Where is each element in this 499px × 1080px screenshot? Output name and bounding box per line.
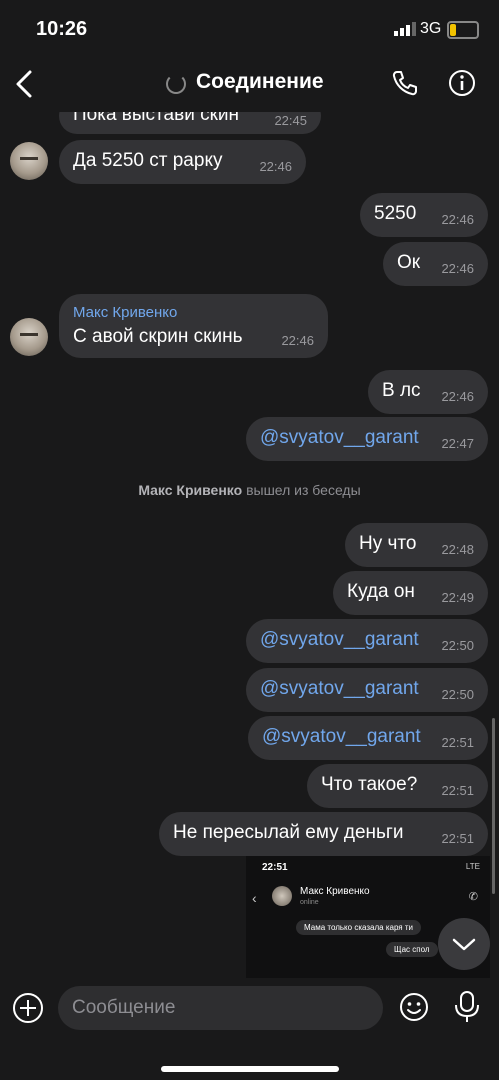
message-time: 22:51 [441, 735, 474, 750]
message-time: 22:46 [281, 333, 314, 348]
message-time: 22:50 [441, 687, 474, 702]
message-bubble[interactable]: @svyatov__garant 22:50 [246, 668, 488, 712]
message-bubble[interactable]: @svyatov__garant 22:47 [246, 417, 488, 461]
message-bubble[interactable]: @svyatov__garant 22:50 [246, 619, 488, 663]
smile-icon[interactable] [399, 992, 429, 1027]
message-time: 22:48 [441, 542, 474, 557]
mention-link[interactable]: @svyatov__garant [260, 629, 419, 651]
message-text: Куда он [347, 581, 415, 602]
message-text: 5250 [374, 203, 417, 224]
chat-header: Соединение [0, 58, 499, 112]
message-time: 22:46 [441, 261, 474, 276]
message-text: Пока выстави скин [73, 112, 240, 125]
phone-icon: ✆ [468, 891, 478, 903]
system-message: Макс Кривенко вышел из беседы [0, 482, 499, 498]
message-text: С авой скрин скинь [73, 326, 243, 347]
message-bubble[interactable]: 5250 22:46 [360, 193, 488, 237]
message-bubble[interactable]: Куда он 22:49 [333, 571, 488, 615]
message-bubble[interactable]: @svyatov__garant 22:51 [248, 716, 488, 760]
message-text: Ок [397, 252, 421, 273]
message-time: 22:51 [441, 831, 474, 846]
home-indicator [161, 1066, 339, 1072]
avatar [272, 886, 292, 906]
message-time: 22:51 [441, 783, 474, 798]
chevron-left-icon[interactable] [12, 68, 36, 100]
message-bubble[interactable]: Макс Кривенко С авой скрин скинь 22:46 [59, 294, 328, 358]
chevron-left-icon: ‹ [252, 890, 257, 906]
message-input[interactable] [58, 986, 383, 1030]
avatar[interactable] [10, 142, 48, 180]
message-text: Ну что [359, 533, 417, 554]
message-text: Что такое? [321, 774, 418, 795]
message-time: 22:49 [441, 590, 474, 605]
screenshot-bubble: Мама только сказала каря ти [296, 920, 421, 935]
plus-circle-icon[interactable] [13, 993, 43, 1023]
info-icon[interactable] [447, 68, 477, 103]
message-bubble[interactable]: Ок 22:46 [383, 242, 488, 286]
avatar[interactable] [10, 318, 48, 356]
message-time: 22:46 [441, 212, 474, 227]
message-bubble[interactable]: Что такое? 22:51 [307, 764, 488, 808]
status-time: 10:26 [36, 18, 88, 40]
message-composer [0, 978, 499, 1048]
loading-spinner-icon [166, 74, 186, 94]
mention-link[interactable]: @svyatov__garant [260, 678, 419, 700]
message-time: 22:45 [274, 113, 307, 128]
message-list[interactable]: Пока выстави скин 22:45 Да 5250 ст рарку… [0, 112, 499, 978]
mention-link[interactable]: @svyatov__garant [260, 427, 419, 449]
message-bubble[interactable]: Пока выстави скин 22:45 [59, 112, 321, 134]
message-sender[interactable]: Макс Кривенко [73, 304, 177, 321]
message-time: 22:47 [441, 436, 474, 451]
status-bar: 10:26 3G [0, 0, 499, 58]
message-bubble[interactable]: Не пересылай ему деньги 22:51 [159, 812, 488, 856]
page-title: Соединение [196, 70, 324, 93]
system-message-name[interactable]: Макс Кривенко [138, 482, 242, 498]
message-text: В лс [382, 380, 421, 401]
message-text: Да 5250 ст рарку [73, 150, 223, 171]
signal-icon [394, 22, 416, 41]
message-bubble[interactable]: Ну что 22:48 [345, 523, 488, 567]
message-bubble[interactable]: Да 5250 ст рарку 22:46 [59, 140, 306, 184]
system-message-text: вышел из беседы [246, 482, 361, 498]
message-bubble[interactable]: В лс 22:46 [368, 370, 488, 414]
message-text: Не пересылай ему деньги [173, 822, 404, 843]
scroll-down-button[interactable] [438, 918, 490, 970]
mention-link[interactable]: @svyatov__garant [262, 726, 421, 748]
screenshot-bubble: Щас спол [386, 942, 438, 957]
message-time: 22:46 [441, 389, 474, 404]
screenshot-contact-name: Макс Кривенко [300, 886, 370, 897]
network-type: 3G [420, 20, 442, 37]
microphone-icon[interactable] [452, 990, 482, 1029]
message-time: 22:46 [259, 159, 292, 174]
scrollbar[interactable] [492, 718, 495, 894]
screenshot-network: LTE [465, 862, 480, 871]
phone-icon[interactable] [390, 68, 420, 103]
screenshot-time: 22:51 [262, 862, 288, 873]
chevron-down-icon [452, 938, 476, 951]
screenshot-contact-status: online [300, 899, 319, 906]
battery-icon [447, 21, 479, 39]
message-time: 22:50 [441, 638, 474, 653]
